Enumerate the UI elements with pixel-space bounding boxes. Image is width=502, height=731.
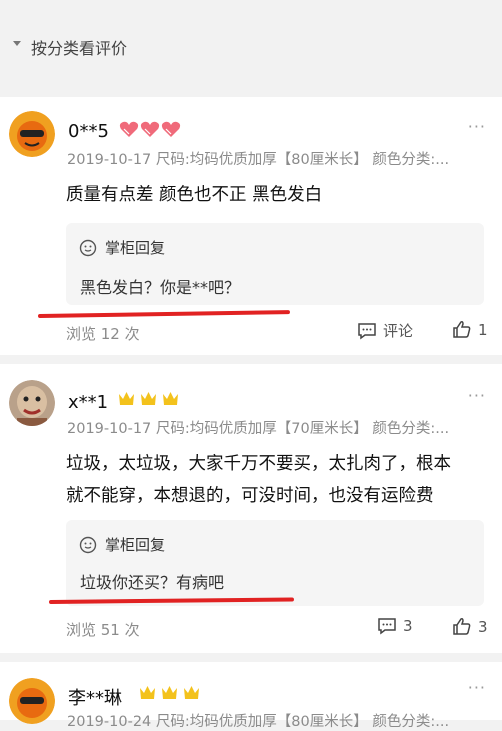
- crown-badge-icon: [159, 684, 180, 705]
- thumbs-up-icon: [453, 618, 471, 635]
- seller-face-icon: [79, 239, 97, 256]
- avatar-image: [9, 380, 55, 426]
- review-meta: 2019-10-17 尺码:均码优质加厚【70厘米长】 颜色分类:...: [67, 417, 487, 438]
- like-button[interactable]: 3: [452, 617, 488, 636]
- review-content: 质量有点差 颜色也不正 黑色发白: [66, 185, 323, 205]
- review-date: 2019-10-17: [67, 421, 152, 437]
- filter-bar[interactable]: 按分类看评价: [0, 0, 502, 82]
- avatar: [9, 111, 55, 157]
- more-options-icon[interactable]: ···: [468, 678, 486, 697]
- heart-badge-icon: [119, 121, 139, 142]
- crown-badge-icon: [181, 684, 202, 705]
- comment-count: 3: [403, 617, 413, 635]
- thumbs-up-icon: [453, 321, 471, 338]
- view-count: 浏览 51 次: [66, 621, 140, 639]
- review-spec: 尺码:均码优质加厚【80厘米长】 颜色分类:...: [155, 152, 450, 168]
- like-count: 1: [478, 320, 488, 339]
- reply-title: 掌柜回复: [105, 239, 166, 257]
- review-spec: 尺码:均码优质加厚【70厘米长】 颜色分类:...: [155, 421, 450, 437]
- avatar: [9, 678, 55, 724]
- username: 李**琳: [68, 688, 122, 709]
- caret-down-icon: [13, 41, 21, 46]
- review-card: 李**琳 ··· 2019-10-24 尺码:均码优质加厚【80厘米长】 颜色分…: [0, 662, 502, 730]
- reply-header: 掌柜回复: [79, 237, 165, 258]
- view-count: 浏览 12 次: [66, 325, 140, 343]
- red-underline: [37, 310, 291, 318]
- like-count: 3: [478, 617, 488, 636]
- review-spec: 尺码:均码优质加厚【80厘米长】 颜色分类:...: [155, 714, 450, 730]
- heart-level-badges: [119, 121, 181, 142]
- more-options-icon[interactable]: ···: [468, 117, 486, 136]
- username: x**1: [68, 392, 109, 413]
- level-badges: [137, 684, 202, 705]
- seller-reply: 掌柜回复 黑色发白？你是**吧？: [66, 223, 484, 305]
- filter-label: 按分类看评价: [31, 39, 128, 58]
- review-content-line: 就不能穿，本想退的，可没时间，也没有运险费: [66, 486, 434, 506]
- review-content: 垃圾，太垃圾，大家千万不要买，太扎肉了，根本 就不能穿，本想退的，可没时间，也没…: [66, 448, 490, 512]
- comment-icon: [358, 322, 376, 339]
- review-card: x**1 ··· 2019-10-17 尺码:均码优质加厚【70厘米长】 颜色分…: [0, 364, 502, 653]
- heart-badge-icon: [140, 121, 160, 142]
- reply-title: 掌柜回复: [105, 536, 166, 554]
- review-meta: 2019-10-17 尺码:均码优质加厚【80厘米长】 颜色分类:...: [67, 148, 487, 169]
- review-content-line: 垃圾，太垃圾，大家千万不要买，太扎肉了，根本: [66, 454, 451, 474]
- review-date: 2019-10-24: [67, 714, 152, 730]
- avatar-image: [9, 678, 55, 724]
- seller-face-icon: [79, 536, 97, 553]
- review-date: 2019-10-17: [67, 152, 152, 168]
- crown-badge-icon: [160, 390, 181, 411]
- comment-label: 评论: [383, 322, 414, 340]
- comment-button[interactable]: 评论: [357, 320, 413, 341]
- crown-badge-icon: [116, 390, 137, 411]
- reply-header: 掌柜回复: [79, 534, 165, 555]
- reply-text: 黑色发白？你是**吧？: [80, 278, 241, 297]
- crown-badge-icon: [137, 684, 158, 705]
- comment-icon: [378, 618, 396, 635]
- avatar-image: [9, 111, 55, 157]
- comment-button[interactable]: 3: [377, 617, 413, 635]
- avatar: [9, 380, 55, 426]
- review-meta: 2019-10-24 尺码:均码优质加厚【80厘米长】 颜色分类:...: [67, 710, 487, 731]
- more-options-icon[interactable]: ···: [468, 386, 486, 405]
- seller-reply: 掌柜回复 垃圾你还买？有病吧: [66, 520, 484, 606]
- crown-level-badges: [116, 390, 181, 411]
- crown-badge-icon: [138, 390, 159, 411]
- like-button[interactable]: 1: [452, 320, 488, 339]
- heart-badge-icon: [161, 121, 181, 142]
- reply-text: 垃圾你还买？有病吧: [80, 573, 225, 592]
- username: 0**5: [68, 121, 109, 142]
- review-card: 0**5 ··· 2019-10-17 尺码:均码优质加厚【80厘米长】 颜色分…: [0, 97, 502, 355]
